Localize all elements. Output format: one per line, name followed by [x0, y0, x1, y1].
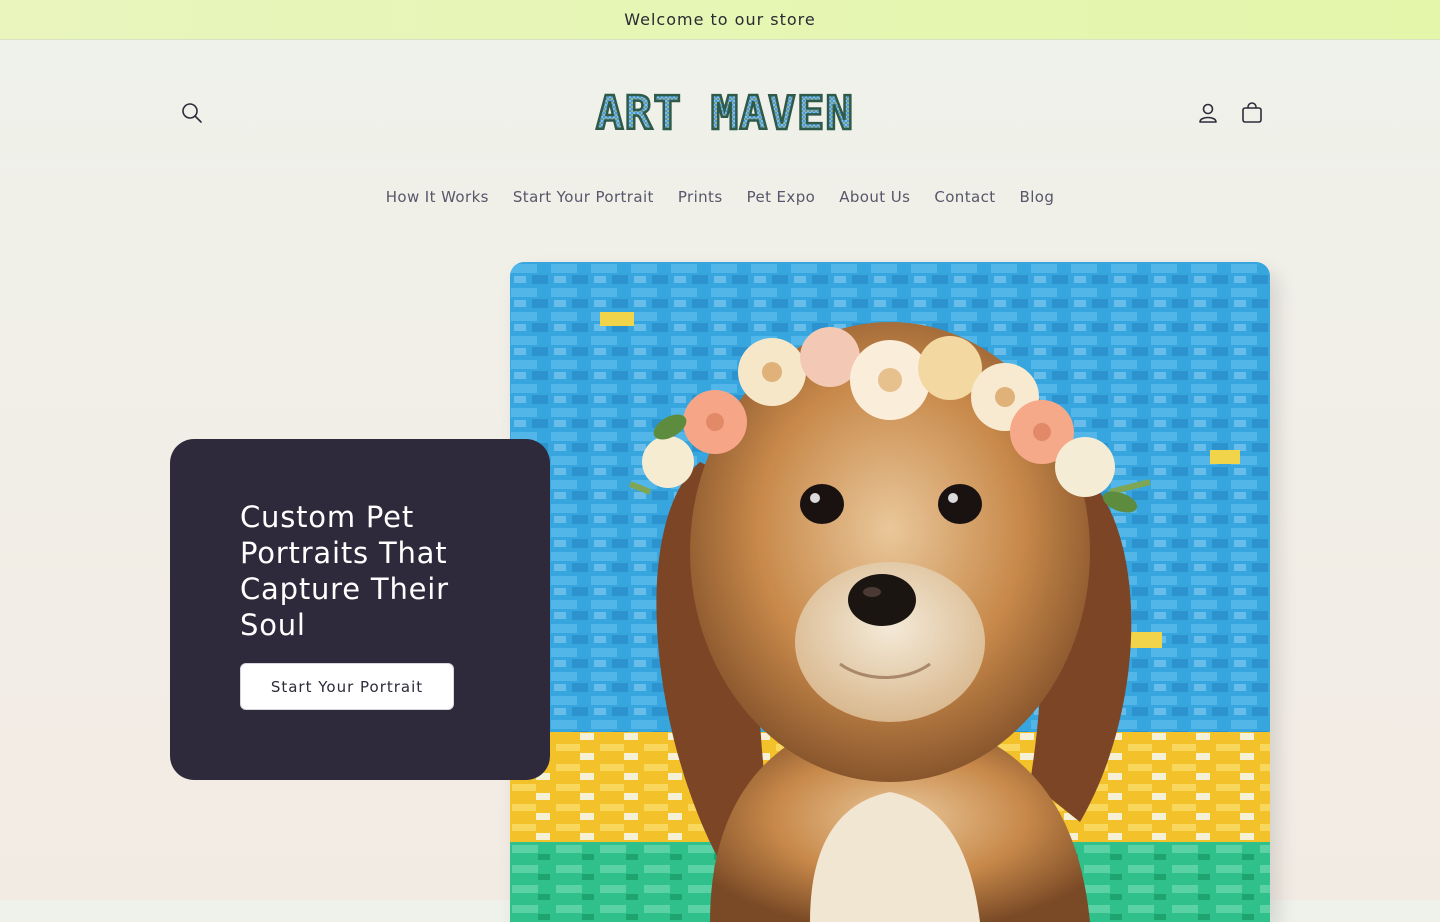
announcement-text: Welcome to our store — [624, 10, 816, 29]
main-navigation: How It Works Start Your Portrait Prints … — [0, 184, 1440, 210]
announcement-bar: Welcome to our store — [0, 0, 1440, 40]
account-button[interactable] — [1186, 91, 1230, 135]
nav-item-prints[interactable]: Prints — [666, 184, 735, 210]
hero-heading: Custom Pet Portraits That Capture Their … — [240, 500, 449, 642]
search-button[interactable] — [170, 91, 214, 135]
logo-wordmark: ART MAVEN — [595, 85, 855, 142]
nav-item-blog[interactable]: Blog — [1008, 184, 1067, 210]
site-logo[interactable]: ART MAVEN — [585, 84, 865, 142]
nav-item-start-your-portrait[interactable]: Start Your Portrait — [501, 184, 666, 210]
search-icon — [182, 103, 202, 123]
logo-text: ART MAVEN — [596, 86, 854, 140]
nav-item-pet-expo[interactable]: Pet Expo — [735, 184, 828, 210]
start-your-portrait-button[interactable]: Start Your Portrait — [240, 663, 454, 710]
hero-text-card: Custom Pet Portraits That Capture Their … — [170, 439, 550, 780]
hero-image — [510, 262, 1270, 922]
nav-item-contact[interactable]: Contact — [922, 184, 1007, 210]
account-icon — [1199, 103, 1217, 123]
puppy-portrait-image — [510, 262, 1270, 922]
nav-item-about-us[interactable]: About Us — [827, 184, 922, 210]
nav-item-how-it-works[interactable]: How It Works — [374, 184, 501, 210]
cart-icon — [1242, 102, 1262, 123]
cart-button[interactable] — [1230, 91, 1274, 135]
